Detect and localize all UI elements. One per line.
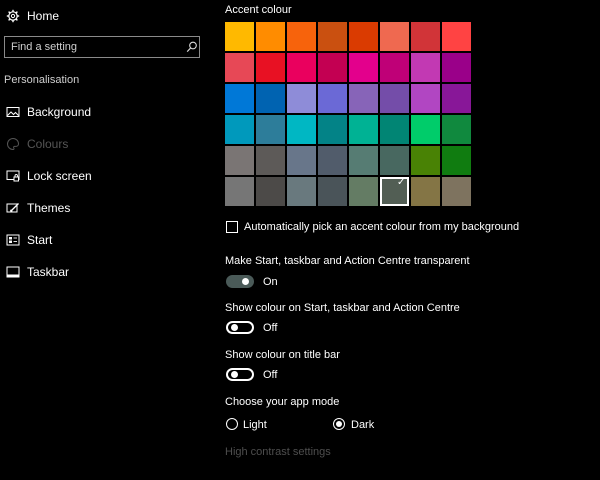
show-start-state: Off bbox=[263, 322, 278, 334]
transparency-toggle[interactable] bbox=[226, 275, 254, 288]
auto-pick-checkbox[interactable] bbox=[226, 221, 238, 233]
accent-swatch[interactable] bbox=[380, 84, 409, 113]
accent-swatch[interactable] bbox=[380, 146, 409, 175]
sidebar-item-lock-screen[interactable]: Lock screen bbox=[0, 166, 205, 186]
accent-swatch[interactable] bbox=[411, 115, 440, 144]
accent-swatch[interactable] bbox=[318, 146, 347, 175]
transparent-title: Make Start, taskbar and Action Centre tr… bbox=[225, 255, 470, 267]
dark-radio-label: Dark bbox=[351, 419, 375, 431]
accent-swatch[interactable] bbox=[442, 84, 471, 113]
accent-swatch[interactable] bbox=[287, 84, 316, 113]
accent-swatch[interactable] bbox=[349, 177, 378, 206]
accent-swatch[interactable] bbox=[225, 177, 254, 206]
accent-swatch[interactable] bbox=[318, 53, 347, 82]
accent-swatch[interactable] bbox=[256, 177, 285, 206]
picture-icon bbox=[6, 105, 20, 119]
show-title-bar-toggle[interactable] bbox=[226, 368, 254, 381]
sidebar-item-colours[interactable]: Colours bbox=[0, 134, 205, 154]
accent-swatch[interactable] bbox=[256, 53, 285, 82]
show-start-title: Show colour on Start, taskbar and Action… bbox=[225, 302, 460, 314]
accent-swatch[interactable] bbox=[287, 22, 316, 51]
accent-swatch[interactable] bbox=[287, 177, 316, 206]
radio-dot bbox=[336, 421, 342, 427]
accent-swatch[interactable] bbox=[380, 22, 409, 51]
accent-swatch[interactable] bbox=[256, 115, 285, 144]
accent-swatch[interactable] bbox=[318, 177, 347, 206]
gear-icon bbox=[6, 9, 20, 23]
palette-icon bbox=[6, 137, 20, 151]
search-input[interactable] bbox=[11, 40, 171, 54]
section-title: Personalisation bbox=[4, 74, 80, 86]
accent-swatch[interactable] bbox=[411, 146, 440, 175]
sidebar-item-taskbar[interactable]: Taskbar bbox=[0, 262, 205, 282]
sidebar-item-start[interactable]: Start bbox=[0, 230, 205, 250]
dark-radio[interactable] bbox=[333, 418, 345, 430]
search-box[interactable] bbox=[4, 36, 200, 58]
accent-colour-title: Accent colour bbox=[225, 4, 292, 16]
accent-swatch[interactable] bbox=[287, 146, 316, 175]
accent-swatch[interactable] bbox=[256, 84, 285, 113]
accent-swatch[interactable] bbox=[411, 22, 440, 51]
accent-swatch[interactable] bbox=[349, 84, 378, 113]
accent-swatch[interactable] bbox=[442, 177, 471, 206]
light-radio-label: Light bbox=[243, 419, 267, 431]
accent-swatch[interactable] bbox=[225, 53, 254, 82]
accent-swatch[interactable] bbox=[380, 115, 409, 144]
accent-swatch[interactable] bbox=[318, 84, 347, 113]
sidebar-item-label: Lock screen bbox=[27, 169, 92, 183]
high-contrast-link[interactable]: High contrast settings bbox=[225, 446, 331, 458]
accent-swatch[interactable] bbox=[318, 115, 347, 144]
show-title-bar-state: Off bbox=[263, 369, 278, 381]
sidebar-item-label: Background bbox=[27, 105, 92, 119]
accent-swatch[interactable] bbox=[225, 115, 254, 144]
accent-swatch[interactable] bbox=[442, 22, 471, 51]
sidebar-item-themes[interactable]: Themes bbox=[0, 198, 205, 218]
brush-icon bbox=[6, 201, 20, 215]
accent-swatch[interactable]: ✓ bbox=[380, 177, 409, 206]
accent-swatch[interactable] bbox=[411, 84, 440, 113]
accent-swatch[interactable] bbox=[442, 146, 471, 175]
accent-swatch[interactable] bbox=[256, 146, 285, 175]
toggle-knob bbox=[231, 324, 238, 331]
start-icon bbox=[6, 233, 20, 247]
home-nav-item[interactable]: Home bbox=[0, 6, 205, 26]
sidebar-item-label: Themes bbox=[27, 201, 71, 215]
accent-swatch[interactable] bbox=[225, 22, 254, 51]
transparency-state: On bbox=[263, 276, 278, 288]
checkmark-icon: ✓ bbox=[397, 177, 406, 188]
toggle-knob bbox=[242, 278, 249, 285]
lock-screen-icon bbox=[6, 169, 20, 183]
accent-swatch[interactable] bbox=[225, 84, 254, 113]
taskbar-icon bbox=[6, 265, 20, 279]
accent-swatch[interactable] bbox=[411, 177, 440, 206]
sidebar-item-label: Colours bbox=[27, 137, 69, 151]
search-icon[interactable] bbox=[185, 40, 199, 54]
accent-swatch[interactable] bbox=[225, 146, 254, 175]
sidebar-item-background[interactable]: Background bbox=[0, 102, 205, 122]
accent-swatch[interactable] bbox=[349, 53, 378, 82]
light-radio[interactable] bbox=[226, 418, 238, 430]
accent-swatch[interactable] bbox=[349, 146, 378, 175]
show-title-bar-title: Show colour on title bar bbox=[225, 349, 340, 361]
accent-swatch[interactable] bbox=[349, 115, 378, 144]
auto-pick-label: Automatically pick an accent colour from… bbox=[244, 221, 520, 233]
accent-swatch[interactable] bbox=[411, 53, 440, 82]
sidebar-item-label: Taskbar bbox=[27, 265, 70, 279]
accent-colour-grid: ✓ bbox=[225, 22, 471, 210]
toggle-knob bbox=[231, 371, 238, 378]
accent-swatch[interactable] bbox=[380, 53, 409, 82]
app-mode-title: Choose your app mode bbox=[225, 396, 340, 408]
accent-swatch[interactable] bbox=[442, 115, 471, 144]
accent-swatch[interactable] bbox=[256, 22, 285, 51]
sidebar-item-label: Start bbox=[27, 233, 53, 247]
accent-swatch[interactable] bbox=[318, 22, 347, 51]
home-label: Home bbox=[27, 9, 60, 23]
accent-swatch[interactable] bbox=[287, 53, 316, 82]
accent-swatch[interactable] bbox=[349, 22, 378, 51]
accent-swatch[interactable] bbox=[287, 115, 316, 144]
accent-swatch[interactable] bbox=[442, 53, 471, 82]
show-start-toggle[interactable] bbox=[226, 321, 254, 334]
